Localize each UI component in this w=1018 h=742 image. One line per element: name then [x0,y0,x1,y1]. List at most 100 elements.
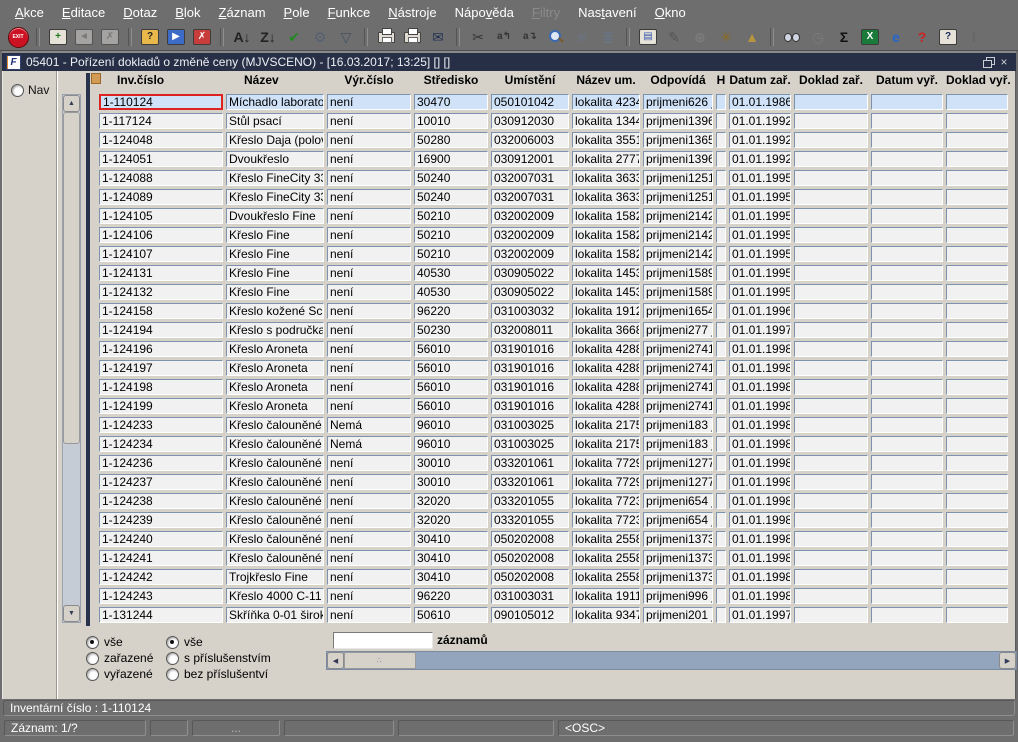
scroll-right-icon[interactable]: ▶ [999,652,1016,669]
table-cell[interactable] [716,398,726,414]
table-cell[interactable]: 031003032 [491,303,569,319]
table-cell[interactable] [794,227,868,243]
table-cell[interactable] [946,170,1008,186]
table-cell[interactable]: 01.01.1995 [729,227,791,243]
table-cell[interactable] [871,474,943,490]
table-cell[interactable]: 01.01.1998 [729,550,791,566]
restore-icon[interactable] [982,56,996,68]
table-row[interactable]: 1-124240 Křeslo čalouněné Fnení 30410 05020… [99,531,1008,547]
menu-okno[interactable]: Okno [646,2,695,23]
insert-record-icon[interactable]: + [47,27,69,47]
table-row[interactable]: 1-124197 Křeslo Aroneta není 56010 031901016… [99,360,1008,376]
table-cell[interactable] [871,113,943,129]
menu-zaznam[interactable]: Záznam [210,2,275,23]
table-cell[interactable]: 30410 [414,550,488,566]
table-cell[interactable] [871,94,943,110]
table-cell[interactable]: 032002009 [491,246,569,262]
table-cell[interactable]: Křeslo čalouněné O [226,493,324,509]
table-cell[interactable]: 031901016 [491,360,569,376]
table-row[interactable]: 1-124242 Trojkřeslo Fine není 30410 05020200… [99,569,1008,585]
table-cell[interactable]: 030912001 [491,151,569,167]
table-cell[interactable]: 1-110124 [99,94,223,110]
table-cell[interactable] [946,550,1008,566]
table-cell[interactable] [716,284,726,300]
table-cell[interactable]: prijmeni201 jme [643,607,713,623]
table-cell[interactable] [871,322,943,338]
table-row[interactable]: 1-124088Křeslo FineCity 33 čnení50240032… [99,170,1008,186]
table-cell[interactable]: 96010 [414,417,488,433]
sum-icon[interactable]: Σ [833,27,855,47]
table-cell[interactable] [871,227,943,243]
table-cell[interactable]: lokalita 3551 [572,132,640,148]
table-cell[interactable]: lokalita 3633 [572,170,640,186]
table-cell[interactable]: 033201061 [491,474,569,490]
table-cell[interactable]: 01.01.1997 [729,322,791,338]
table-cell[interactable]: 01.01.1995 [729,189,791,205]
nav-radio-circle[interactable] [11,83,24,97]
table-cell[interactable]: lokalita 3633 [572,189,640,205]
table-cell[interactable]: lokalita 9347 [572,607,640,623]
table-cell[interactable]: prijmeni2142 jm [643,227,713,243]
table-cell[interactable] [946,94,1008,110]
table-cell[interactable]: není [327,265,411,281]
vertical-scroll-thumb[interactable] [63,112,80,444]
table-cell[interactable]: 031003025 [491,436,569,452]
table-cell[interactable]: Křeslo Aroneta [226,379,324,395]
table-cell[interactable] [946,227,1008,243]
table-cell[interactable]: 1-124241 [99,550,223,566]
table-cell[interactable] [946,322,1008,338]
table-cell[interactable]: 1-124196 [99,341,223,357]
table-cell[interactable]: 1-124233 [99,417,223,433]
calendar-clipboard-icon[interactable]: ▤ [637,27,659,47]
table-cell[interactable]: 1-124242 [99,569,223,585]
table-cell[interactable]: 01.01.1995 [729,170,791,186]
beacon-icon[interactable]: ▲ [741,27,763,47]
paste-icon[interactable]: a↴ [519,27,541,47]
table-cell[interactable]: Křeslo Fine [226,284,324,300]
table-cell[interactable]: 50210 [414,227,488,243]
table-cell[interactable]: lokalita 2777 [572,151,640,167]
ship-wheel-icon[interactable]: ✳ [715,27,737,47]
table-cell[interactable] [871,265,943,281]
table-cell[interactable]: není [327,284,411,300]
table-cell[interactable] [716,569,726,585]
table-cell[interactable] [794,170,868,186]
table-cell[interactable]: prijmeni654 jme [643,512,713,528]
menu-akce[interactable]: Akce [6,2,53,23]
radio-circle[interactable] [86,651,99,665]
table-vertical-scrollbar[interactable]: ▲ ▼ [62,94,81,623]
table-cell[interactable] [946,493,1008,509]
table-cell[interactable]: není [327,398,411,414]
table-cell[interactable] [946,208,1008,224]
table-cell[interactable] [946,569,1008,585]
table-cell[interactable] [871,417,943,433]
find-document-icon[interactable] [781,27,803,47]
radio-vse-prislusenstvi[interactable]: vše [166,634,271,650]
table-cell[interactable]: 031003031 [491,588,569,604]
scroll-left-icon[interactable]: ◀ [327,652,344,669]
table-cell[interactable]: 030912030 [491,113,569,129]
table-cell[interactable]: 56010 [414,379,488,395]
table-row[interactable]: 1-117124 Stůl psací není 10010 030912030 loka… [99,113,1008,129]
list-values-icon[interactable]: ≡ [571,27,593,47]
table-cell[interactable]: lokalita 7729 [572,455,640,471]
table-cell[interactable]: není [327,493,411,509]
table-row[interactable]: 1-124236 Křeslo čalouněné Onení 30010 03320… [99,455,1008,471]
table-cell[interactable]: Křeslo Fine [226,227,324,243]
table-cell[interactable]: 50240 [414,189,488,205]
menu-napoveda[interactable]: Nápověda [446,2,523,23]
table-cell[interactable]: Křeslo čalouněné F [226,531,324,547]
table-cell[interactable]: 1-124132 [99,284,223,300]
table-cell[interactable]: 1-131244 [99,607,223,623]
table-cell[interactable] [794,398,868,414]
info-icon[interactable]: i [963,27,985,47]
table-row[interactable]: 1-124131 Křeslo Fine není 40530 030905022 lok… [99,265,1008,281]
filter-icon[interactable]: ▽ [335,27,357,47]
table-cell[interactable] [871,284,943,300]
table-cell[interactable]: Křeslo čalouněné F [226,436,324,452]
table-cell[interactable]: Křeslo Aroneta [226,360,324,376]
table-cell[interactable]: Křeslo FineCity 33 č [226,189,324,205]
table-row[interactable]: 1-124233 Křeslo čalouněné F Nemá 96010 03100… [99,417,1008,433]
table-cell[interactable]: Trojkřeslo Fine [226,569,324,585]
table-cell[interactable]: prijmeni2741 jm [643,379,713,395]
